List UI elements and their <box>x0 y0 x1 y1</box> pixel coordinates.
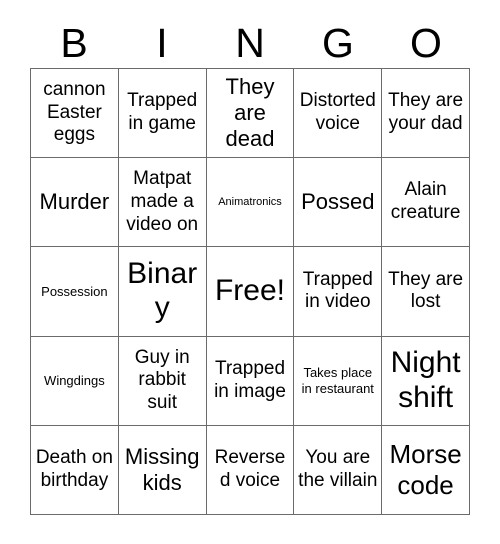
bingo-cell-i2[interactable]: Matpat made a video on <box>118 158 207 248</box>
bingo-cell-label: You are the villain <box>298 447 378 491</box>
bingo-cell-o4[interactable]: Night shift <box>382 336 470 426</box>
bingo-cell-i5[interactable]: Missing kids <box>118 425 207 515</box>
bingo-cell-label: Morse code <box>389 439 462 500</box>
bingo-grid: cannon Easter eggs Trapped in game They … <box>30 68 470 515</box>
bingo-header-letter-g: G <box>322 20 354 66</box>
bingo-cell-b2[interactable]: Murder <box>31 158 119 248</box>
bingo-header-letter-i: I <box>156 20 168 66</box>
bingo-cell-label: Binary <box>127 256 198 325</box>
bingo-header: B I N G O <box>30 18 470 68</box>
bingo-cell-o5[interactable]: Morse code <box>382 425 470 515</box>
bingo-cell-i3[interactable]: Binary <box>118 247 207 337</box>
bingo-header-letter-n: N <box>235 20 265 66</box>
bingo-cell-label: Matpat made a video on <box>126 168 199 235</box>
bingo-cell-label: They are lost <box>388 268 464 313</box>
bingo-cell-label: Alain creature <box>390 179 461 224</box>
bingo-cell-i1[interactable]: Trapped in game <box>118 69 207 159</box>
bingo-cell-i4[interactable]: Guy in rabbit suit <box>118 336 207 426</box>
bingo-cell-free-space[interactable]: Free! <box>206 247 295 337</box>
bingo-cell-label: Free! <box>214 274 285 308</box>
bingo-cell-label: Guy in rabbit suit <box>134 346 190 414</box>
bingo-header-letter-o: O <box>410 20 442 66</box>
bingo-cell-b1[interactable]: cannon Easter eggs <box>31 69 119 159</box>
bingo-cell-g2[interactable]: Possed <box>294 158 383 248</box>
bingo-cell-label: Trapped in video <box>302 268 373 313</box>
bingo-cell-label: Takes place in restaurant <box>301 365 374 396</box>
bingo-cell-label: Wingdings <box>44 372 105 388</box>
bingo-cell-g5[interactable]: You are the villain <box>294 425 383 515</box>
bingo-cell-label: Missing kids <box>124 443 200 495</box>
bingo-cell-o3[interactable]: They are lost <box>382 247 470 337</box>
bingo-header-letter-b: B <box>60 20 88 66</box>
bingo-cell-label: Trapped in image <box>214 357 286 402</box>
bingo-cell-label: Murder <box>39 189 110 215</box>
bingo-cell-b5[interactable]: Death on birthday <box>31 425 119 515</box>
bingo-cell-g4[interactable]: Takes place in restaurant <box>294 336 383 426</box>
bingo-cell-n5[interactable]: Reversed voice <box>206 425 295 515</box>
bingo-cell-b3[interactable]: Possession <box>31 247 119 337</box>
bingo-cell-g1[interactable]: Distorted voice <box>294 69 383 159</box>
bingo-card: B I N G O cannon Easter eggs Trapped in … <box>0 0 500 544</box>
bingo-cell-label: Possed <box>301 189 375 215</box>
bingo-cell-o1[interactable]: They are your dad <box>382 69 470 159</box>
bingo-cell-label: They are dead <box>225 73 275 152</box>
bingo-cell-label: Trapped in game <box>127 90 198 135</box>
bingo-cell-o2[interactable]: Alain creature <box>382 158 470 248</box>
bingo-cell-label: Possession <box>41 283 108 299</box>
bingo-cell-n4[interactable]: Trapped in image <box>206 336 295 426</box>
bingo-cell-n2[interactable]: Animatronics <box>206 158 295 248</box>
bingo-cell-n1[interactable]: They are dead <box>206 69 295 159</box>
bingo-cell-b4[interactable]: Wingdings <box>31 336 119 426</box>
bingo-cell-label: Distorted voice <box>299 90 376 135</box>
bingo-cell-g3[interactable]: Trapped in video <box>294 247 383 337</box>
bingo-cell-label: cannon Easter eggs <box>43 78 106 146</box>
bingo-cell-label: Animatronics <box>218 195 282 208</box>
bingo-cell-label: Night shift <box>390 346 461 414</box>
bingo-cell-label: Reversed voice <box>214 447 286 491</box>
bingo-cell-label: Death on birthday <box>35 447 113 491</box>
bingo-cell-label: They are your dad <box>388 90 464 135</box>
